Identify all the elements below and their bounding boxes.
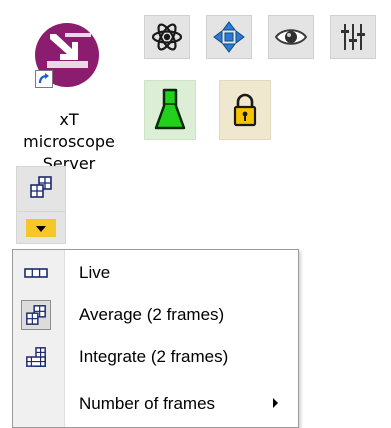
beaker-icon [153, 88, 187, 132]
menu-item-number-of-frames[interactable]: Number of frames [13, 384, 298, 424]
average-icon [21, 300, 51, 330]
chevron-down-icon [36, 219, 46, 237]
lock-button[interactable] [219, 80, 271, 140]
move-arrows-icon [212, 20, 246, 54]
shortcut-arrow-icon [35, 70, 53, 88]
adjust-button[interactable] [330, 15, 376, 59]
menu-item-label: Integrate (2 frames) [79, 347, 229, 366]
eye-icon [274, 25, 308, 49]
scan-mode-split-button[interactable] [16, 166, 66, 244]
atom-icon [151, 21, 183, 53]
menu-item-integrate[interactable]: Integrate (2 frames) [13, 337, 298, 377]
move-button[interactable] [206, 15, 252, 59]
live-icon [21, 258, 51, 288]
menu-item-label: Live [79, 263, 111, 282]
menu-item-label: Average (2 frames) [79, 305, 225, 324]
scan-mode-dropdown-button[interactable] [16, 212, 66, 244]
view-button[interactable] [268, 15, 314, 59]
atom-button[interactable] [144, 15, 190, 59]
menu-item-live[interactable]: Live [13, 253, 298, 293]
average-frames-icon [29, 175, 53, 204]
menu-item-average[interactable]: Average (2 frames) [13, 295, 298, 335]
shortcut-label-line: microscope [23, 132, 115, 151]
sliders-icon [339, 21, 367, 53]
lock-icon [233, 93, 257, 127]
desktop-shortcut-xt-microscope-server[interactable]: xT microscope Server [14, 16, 124, 173]
shortcut-label-line: xT [59, 110, 79, 129]
menu-item-label: Number of frames [79, 394, 216, 413]
submenu-arrow-icon [273, 398, 278, 408]
scan-mode-menu: Live Average (2 frames) Integrate (2 fra… [12, 249, 299, 428]
beaker-button[interactable] [144, 80, 196, 140]
integrate-icon [21, 342, 51, 372]
scan-mode-button[interactable] [16, 166, 66, 212]
dropdown-highlight [26, 218, 56, 237]
